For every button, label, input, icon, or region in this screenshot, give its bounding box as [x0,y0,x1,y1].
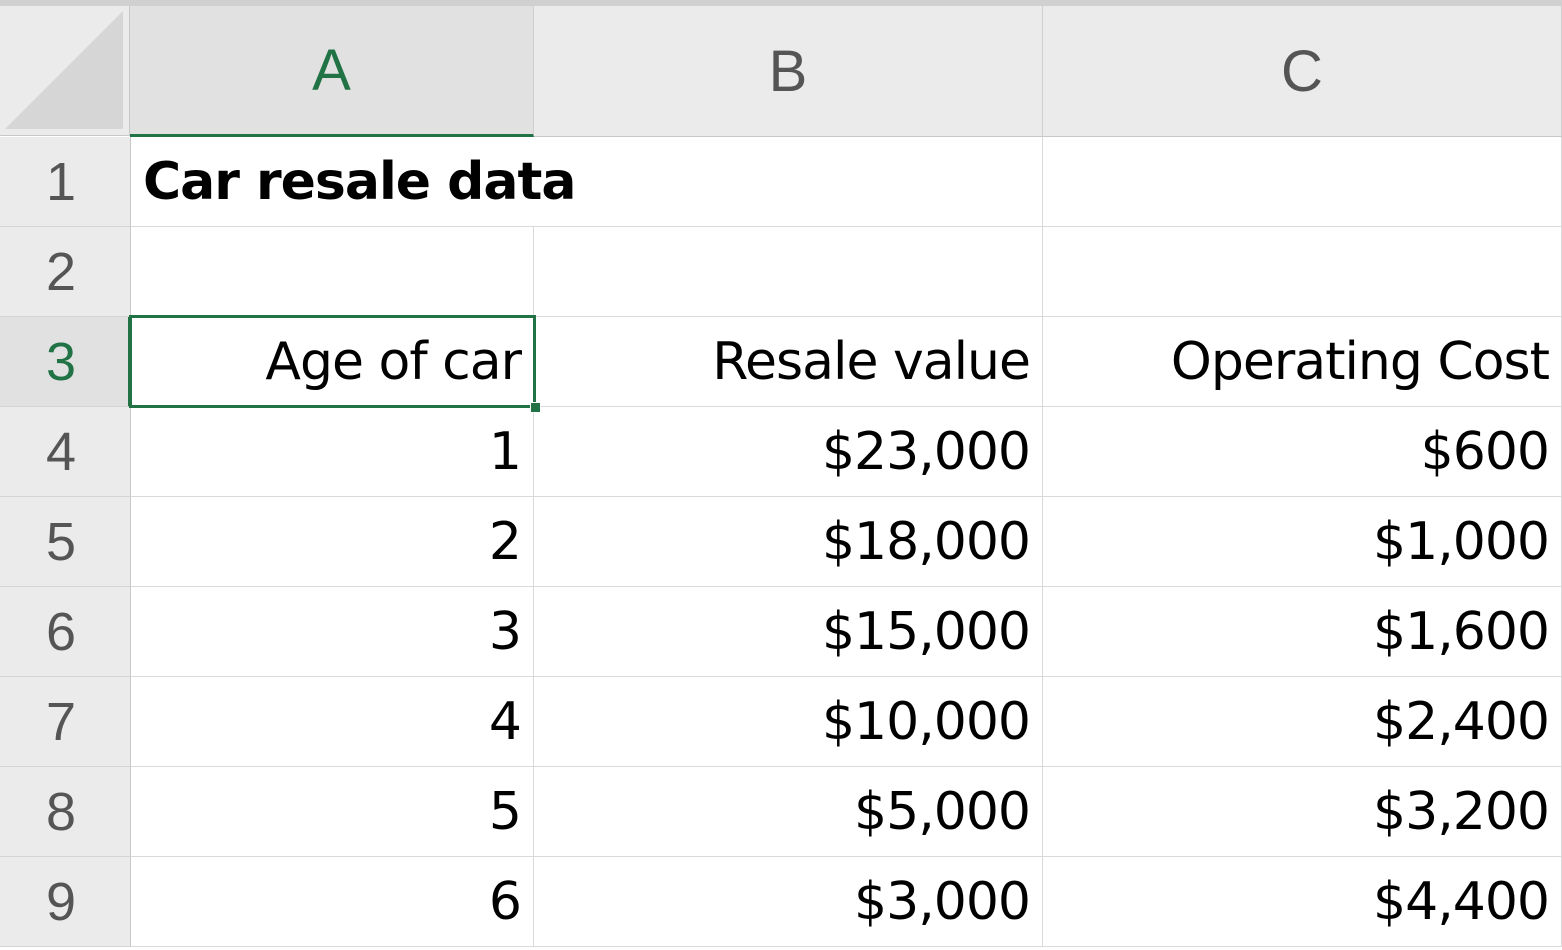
spreadsheet-grid: A B C 1 2 3 4 5 6 7 8 9 Car resale data … [0,0,1562,950]
cell-c4[interactable]: $600 [1043,407,1562,497]
row-header-7[interactable]: 7 [0,677,131,767]
cell-c1[interactable] [1043,137,1562,227]
row-header-9[interactable]: 9 [0,857,131,947]
row-header-4[interactable]: 4 [0,407,131,497]
row-header-3[interactable]: 3 [0,317,131,407]
cell-a5[interactable]: 2 [131,497,534,587]
cell-b3[interactable]: Resale value [534,317,1043,407]
row-header-2[interactable]: 2 [0,227,131,317]
cell-c9[interactable]: $4,400 [1043,857,1562,947]
cell-c7[interactable]: $2,400 [1043,677,1562,767]
select-all-triangle-icon [5,11,123,129]
row-header-1[interactable]: 1 [0,137,131,227]
cell-a1[interactable]: Car resale data [131,137,576,227]
cell-c3[interactable]: Operating Cost [1043,317,1562,407]
cell-b6[interactable]: $15,000 [534,587,1043,677]
cell-b2[interactable] [534,227,1043,317]
fill-handle[interactable] [530,402,541,413]
column-header-b[interactable]: B [534,6,1043,137]
cell-c2[interactable] [1043,227,1562,317]
cell-c5[interactable]: $1,000 [1043,497,1562,587]
cell-b5[interactable]: $18,000 [534,497,1043,587]
cell-a9[interactable]: 6 [131,857,534,947]
cell-a3[interactable]: Age of car [131,317,534,407]
cell-b9[interactable]: $3,000 [534,857,1043,947]
cell-a2[interactable] [131,227,534,317]
cell-a8[interactable]: 5 [131,767,534,857]
cell-b1[interactable] [534,137,1043,227]
select-all-button[interactable] [0,6,130,136]
cell-c8[interactable]: $3,200 [1043,767,1562,857]
row-header-8[interactable]: 8 [0,767,131,857]
cell-c6[interactable]: $1,600 [1043,587,1562,677]
cell-b4[interactable]: $23,000 [534,407,1043,497]
cell-a4[interactable]: 1 [131,407,534,497]
cell-b8[interactable]: $5,000 [534,767,1043,857]
row-header-5[interactable]: 5 [0,497,131,587]
column-header-c[interactable]: C [1043,6,1562,137]
cell-b7[interactable]: $10,000 [534,677,1043,767]
cell-a6[interactable]: 3 [131,587,534,677]
column-header-a[interactable]: A [130,6,534,137]
cell-a7[interactable]: 4 [131,677,534,767]
row-header-6[interactable]: 6 [0,587,131,677]
